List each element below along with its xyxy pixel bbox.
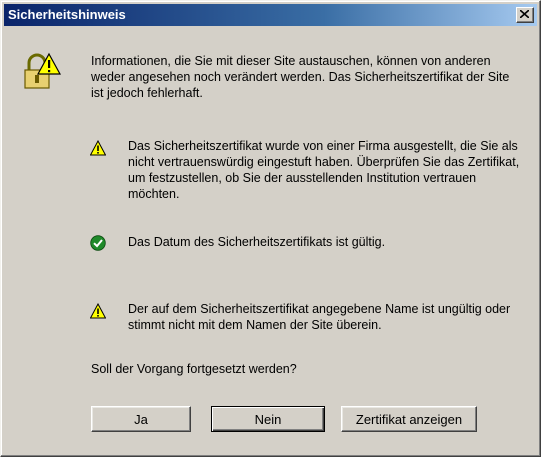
no-button[interactable]: Nein — [211, 406, 325, 432]
item-untrusted-issuer: Das Sicherheitszertifikat wurde von eine… — [128, 139, 520, 201]
security-alert-dialog: Sicherheitshinweis Informationen, die Si… — [0, 0, 541, 457]
warning-icon — [90, 140, 106, 156]
lock-warning-icon — [24, 52, 61, 89]
continue-question: Soll der Vorgang fortgesetzt werden? — [91, 362, 297, 376]
item-name-mismatch: Der auf dem Sicherheitszertifikat angege… — [128, 302, 511, 332]
title-bar[interactable]: Sicherheitshinweis — [4, 4, 537, 26]
item-date-valid: Das Datum des Sicherheitszertifikats ist… — [128, 235, 386, 249]
window-title: Sicherheitshinweis — [8, 7, 126, 22]
warning-icon — [90, 303, 106, 319]
intro-text: Informationen, die Sie mit dieser Site a… — [91, 54, 510, 100]
close-button[interactable] — [516, 7, 534, 23]
ok-check-icon — [90, 235, 106, 251]
yes-button[interactable]: Ja — [91, 406, 191, 432]
view-certificate-button[interactable]: Zertifikat anzeigen — [341, 406, 477, 432]
close-icon — [520, 10, 529, 18]
